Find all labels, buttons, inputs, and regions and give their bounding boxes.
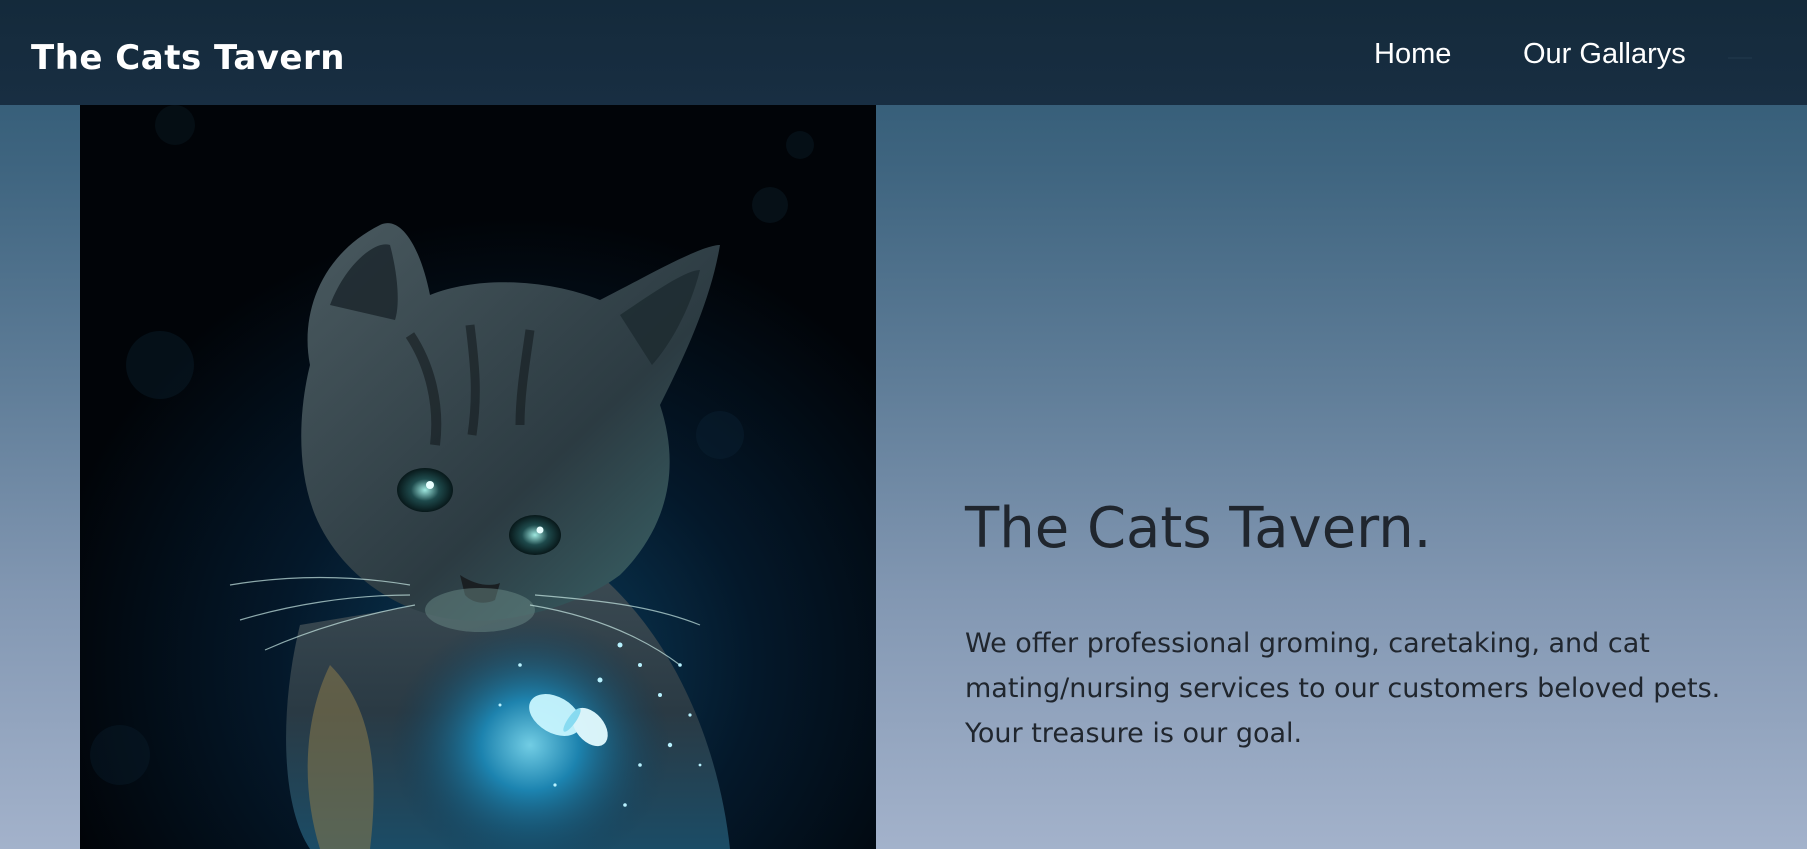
navbar: The Cats Tavern Home Our Gallarys [0, 0, 1807, 105]
nav-link-home[interactable]: Home [1374, 38, 1451, 71]
navbar-faint-dash [1728, 57, 1752, 59]
hero-description: We offer professional groming, caretakin… [965, 628, 1721, 749]
brand-logo-link[interactable]: The Cats Tavern [31, 38, 345, 78]
kitten-photo-illustration [80, 105, 876, 849]
hero-image [80, 105, 876, 849]
hero-title: The Cats Tavern. [965, 496, 1432, 561]
nav-link-gallery[interactable]: Our Gallarys [1523, 38, 1686, 71]
